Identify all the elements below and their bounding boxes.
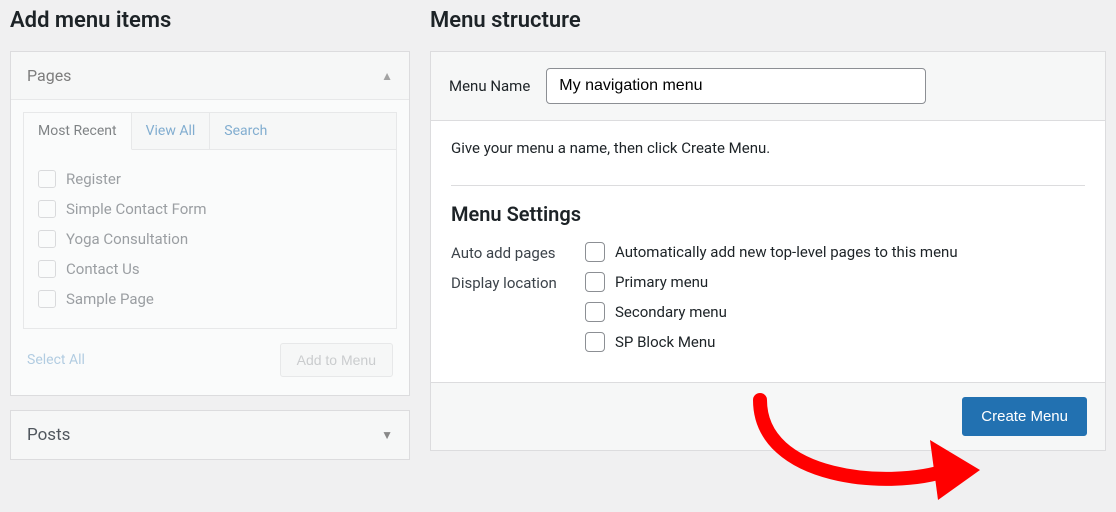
create-menu-button[interactable]: Create Menu — [962, 397, 1087, 436]
location-option[interactable]: Primary menu — [585, 272, 727, 292]
location-option[interactable]: Secondary menu — [585, 302, 727, 322]
pages-header-label: Pages — [27, 66, 71, 85]
checkbox-icon[interactable] — [38, 200, 56, 218]
page-item-label: Simple Contact Form — [66, 200, 207, 218]
checkbox-icon[interactable] — [585, 332, 605, 352]
divider — [451, 185, 1085, 186]
tab-most-recent[interactable]: Most Recent — [24, 113, 132, 150]
pages-tabs: Most Recent View All Search — [23, 112, 397, 149]
page-item[interactable]: Register — [38, 164, 382, 194]
checkbox-icon[interactable] — [38, 260, 56, 278]
location-option-label: Primary menu — [615, 273, 708, 291]
pages-list: Register Simple Contact Form Yoga Consul… — [23, 149, 397, 329]
pages-toggle[interactable]: Pages ▲ — [11, 52, 409, 99]
menu-name-input[interactable] — [546, 68, 926, 104]
checkbox-icon[interactable] — [38, 170, 56, 188]
add-menu-items-title: Add menu items — [10, 8, 410, 33]
page-item[interactable]: Contact Us — [38, 254, 382, 284]
chevron-down-icon: ▼ — [381, 428, 393, 442]
page-item-label: Sample Page — [66, 290, 154, 308]
tab-view-all[interactable]: View All — [132, 113, 211, 149]
checkbox-icon[interactable] — [38, 290, 56, 308]
pages-metabox: Pages ▲ Most Recent View All Search Regi… — [10, 51, 410, 396]
page-item-label: Register — [66, 170, 121, 188]
menu-name-label: Menu Name — [449, 77, 530, 95]
page-item[interactable]: Sample Page — [38, 284, 382, 314]
checkbox-icon[interactable] — [585, 272, 605, 292]
checkbox-icon[interactable] — [585, 302, 605, 322]
posts-toggle[interactable]: Posts ▼ — [11, 411, 409, 459]
location-option-label: SP Block Menu — [615, 333, 715, 351]
menu-panel: Menu Name Give your menu a name, then cl… — [430, 51, 1106, 451]
display-location-label: Display location — [451, 272, 579, 292]
tab-search[interactable]: Search — [210, 113, 281, 149]
checkbox-icon[interactable] — [38, 230, 56, 248]
posts-header-label: Posts — [27, 425, 70, 445]
auto-add-option-label: Automatically add new top-level pages to… — [615, 243, 958, 261]
auto-add-option[interactable]: Automatically add new top-level pages to… — [585, 242, 958, 262]
page-item[interactable]: Yoga Consultation — [38, 224, 382, 254]
location-option-label: Secondary menu — [615, 303, 727, 321]
checkbox-icon[interactable] — [585, 242, 605, 262]
page-item-label: Yoga Consultation — [66, 230, 188, 248]
page-item-label: Contact Us — [66, 260, 140, 278]
posts-metabox: Posts ▼ — [10, 410, 410, 460]
add-to-menu-button: Add to Menu — [280, 343, 393, 377]
menu-structure-title: Menu structure — [430, 8, 1106, 33]
menu-settings-title: Menu Settings — [451, 202, 1085, 226]
location-option[interactable]: SP Block Menu — [585, 332, 727, 352]
chevron-up-icon: ▲ — [381, 69, 393, 83]
auto-add-label: Auto add pages — [451, 242, 579, 262]
helper-text: Give your menu a name, then click Create… — [451, 139, 1085, 157]
select-all-link[interactable]: Select All — [27, 352, 85, 368]
page-item[interactable]: Simple Contact Form — [38, 194, 382, 224]
